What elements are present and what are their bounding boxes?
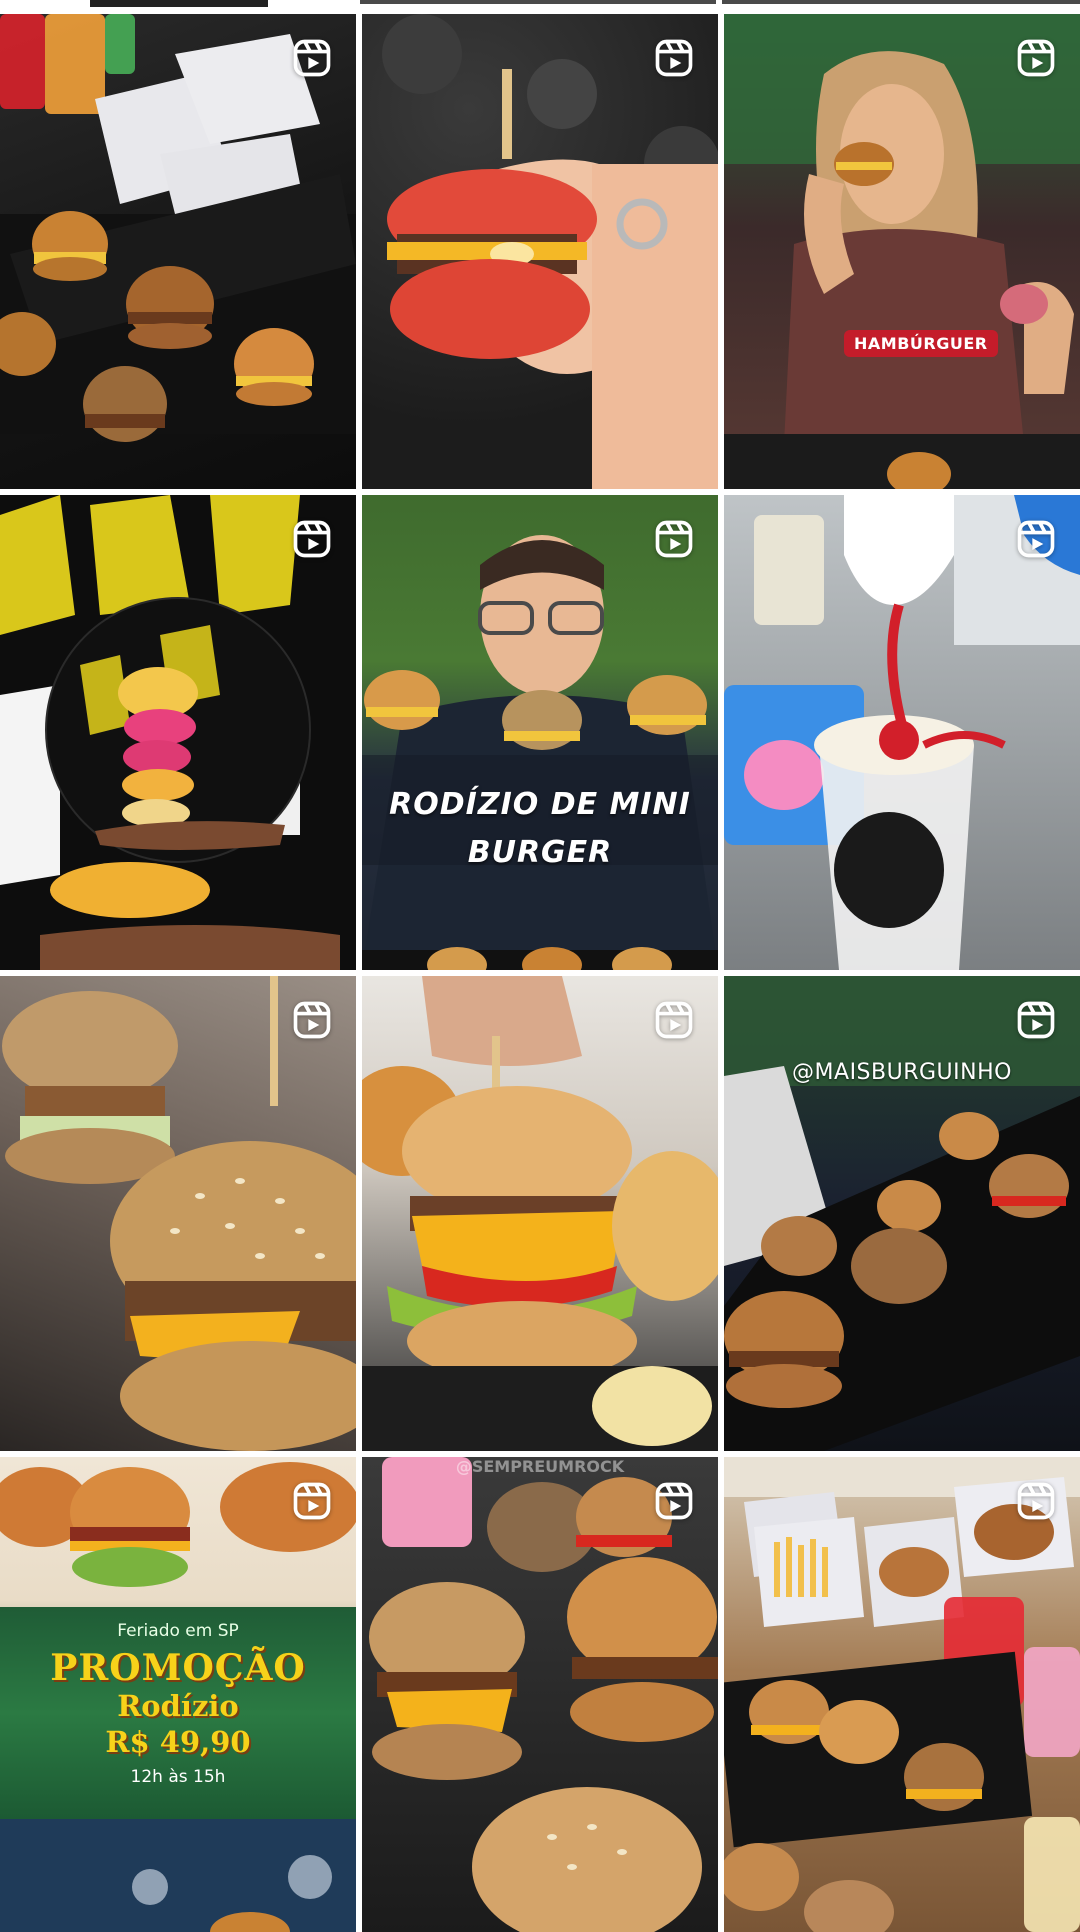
promo-time: 12h às 15h — [130, 1767, 226, 1787]
post-12-image — [724, 1457, 1080, 1932]
reels-icon — [290, 998, 334, 1042]
hamburguer-badge: HAMBÚRGUER — [844, 330, 998, 357]
post-tile-9[interactable]: @MAISBURGUINHO — [724, 976, 1080, 1451]
promo-banner: Feriado em SP PROMOÇÃO Rodízio R$ 49,90 … — [0, 1607, 356, 1819]
rodizio-caption: RODÍZIO DE MINI BURGER — [362, 781, 718, 877]
post-2-image — [382, 14, 718, 489]
promo-price: R$ 49,90 — [105, 1725, 251, 1759]
scroll-indicator — [90, 0, 268, 7]
post-1-image — [0, 14, 356, 442]
post-8-image — [362, 976, 718, 1451]
post-9-image — [724, 976, 1080, 1451]
reels-grid: HAMBÚRGUER RODÍZIO DE MINI BURGER @MAISB… — [0, 14, 1080, 1932]
reels-icon — [290, 36, 334, 80]
post-tile-6[interactable] — [724, 495, 1080, 970]
promo-holiday-label: Feriado em SP — [117, 1621, 239, 1641]
promo-title: PROMOÇÃO — [50, 1647, 306, 1689]
reels-icon — [1014, 517, 1058, 561]
instagram-handle-caption: @MAISBURGUINHO — [792, 1060, 1012, 1085]
reels-icon — [652, 998, 696, 1042]
top-divider — [360, 0, 716, 4]
rodizio-caption-line-1: RODÍZIO DE MINI — [389, 787, 691, 822]
top-edge-strip — [0, 0, 1080, 14]
reels-icon — [1014, 998, 1058, 1042]
reels-icon — [290, 517, 334, 561]
promo-subtitle: Rodízio — [117, 1689, 239, 1723]
post-6-image — [724, 495, 1080, 970]
rodizio-caption-line-2: BURGER — [467, 835, 613, 870]
post-tile-2[interactable] — [362, 14, 718, 489]
post-tile-10[interactable]: Feriado em SP PROMOÇÃO Rodízio R$ 49,90 … — [0, 1457, 356, 1932]
post-tile-5[interactable]: RODÍZIO DE MINI BURGER — [362, 495, 718, 970]
post-4-image — [0, 495, 340, 970]
post-tile-4[interactable] — [0, 495, 356, 970]
reels-icon — [1014, 1479, 1058, 1523]
post-tile-8[interactable] — [362, 976, 718, 1451]
watermark-handle: @SEMPREUMROCK — [455, 1457, 625, 1476]
post-5-image — [362, 535, 718, 970]
reels-icon — [652, 36, 696, 80]
post-3-image — [724, 14, 1080, 489]
post-tile-12[interactable] — [724, 1457, 1080, 1932]
top-divider — [722, 0, 1080, 4]
reels-icon — [1014, 36, 1058, 80]
post-tile-7[interactable] — [0, 976, 356, 1451]
reels-icon — [652, 1479, 696, 1523]
post-tile-11[interactable]: @SEMPREUMROCK — [362, 1457, 718, 1932]
reels-icon — [652, 517, 696, 561]
reels-icon — [290, 1479, 334, 1523]
post-11-image — [369, 1457, 718, 1932]
post-7-image — [2, 976, 356, 1451]
post-tile-3[interactable]: HAMBÚRGUER — [724, 14, 1080, 489]
post-tile-1[interactable] — [0, 14, 356, 489]
